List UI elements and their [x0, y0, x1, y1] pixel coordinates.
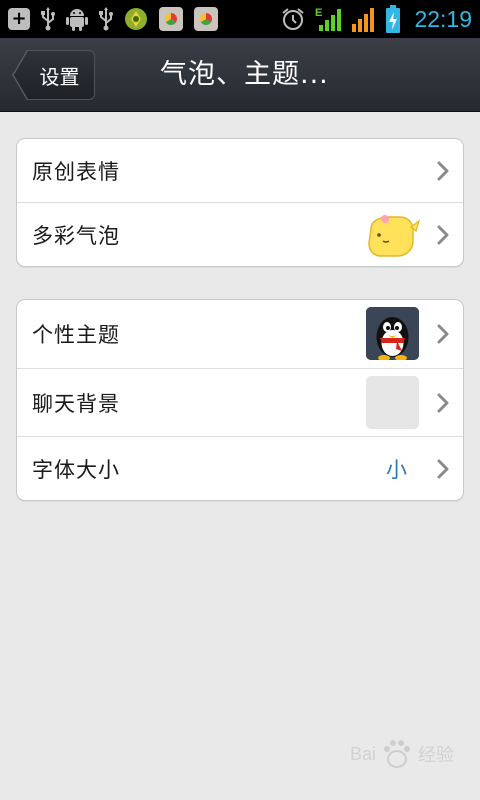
- watermark-text: Bai: [349, 743, 376, 764]
- watermark-text-2: 经验: [418, 745, 454, 765]
- chevron-right-icon: [437, 393, 449, 412]
- app-notification-icon: [124, 7, 148, 31]
- alarm-icon: [280, 6, 306, 32]
- page-title: 气泡、主题...: [160, 59, 329, 90]
- row-colorful-bubbles[interactable]: 多彩气泡: [17, 203, 463, 266]
- status-time: 22:19: [414, 5, 472, 32]
- yellow-bubble-icon: [368, 215, 421, 257]
- row-label: 原创表情: [32, 159, 120, 184]
- chevron-right-icon: [437, 459, 449, 478]
- notification-icons: +: [8, 7, 280, 31]
- font-size-value: 小: [386, 457, 407, 482]
- android-debug-icon: [66, 7, 88, 31]
- settings-group-expressions: 原创表情 多彩气泡: [16, 138, 464, 267]
- system-icons: E 22:19: [280, 5, 472, 33]
- add-notification-icon: +: [8, 8, 30, 30]
- theme-thumbnail: [366, 307, 419, 360]
- usb-icon: [41, 7, 55, 31]
- row-personal-theme[interactable]: 个性主题: [17, 300, 463, 369]
- battery-charging-icon: [385, 5, 401, 33]
- signal-icon: [352, 6, 376, 32]
- chevron-right-icon: [437, 161, 449, 180]
- settings-group-appearance: 个性主题 聊天背景 字体大小 小: [16, 299, 464, 501]
- row-original-emoticons[interactable]: 原创表情: [17, 139, 463, 203]
- qq-penguin-icon: [366, 307, 419, 360]
- usb-icon: [99, 7, 113, 31]
- blank-background-thumbnail: [366, 376, 419, 429]
- status-bar: + E 22:19: [0, 0, 480, 38]
- title-bar: 设置 气泡、主题...: [0, 38, 480, 112]
- chrome-store-icon: [159, 7, 183, 31]
- chevron-right-icon: [437, 324, 449, 344]
- back-button-label: 设置: [39, 64, 80, 89]
- network-type-label: E: [315, 7, 322, 19]
- chevron-right-icon: [437, 225, 449, 245]
- edge-signal-icon: E: [315, 5, 343, 33]
- baidu-watermark: Bai 经验: [254, 734, 454, 774]
- back-button[interactable]: 设置: [12, 50, 95, 100]
- row-chat-background[interactable]: 聊天背景: [17, 369, 463, 437]
- row-font-size[interactable]: 字体大小 小: [17, 437, 463, 500]
- chrome-store-icon: [194, 7, 218, 31]
- paw-logo-icon: [384, 740, 410, 768]
